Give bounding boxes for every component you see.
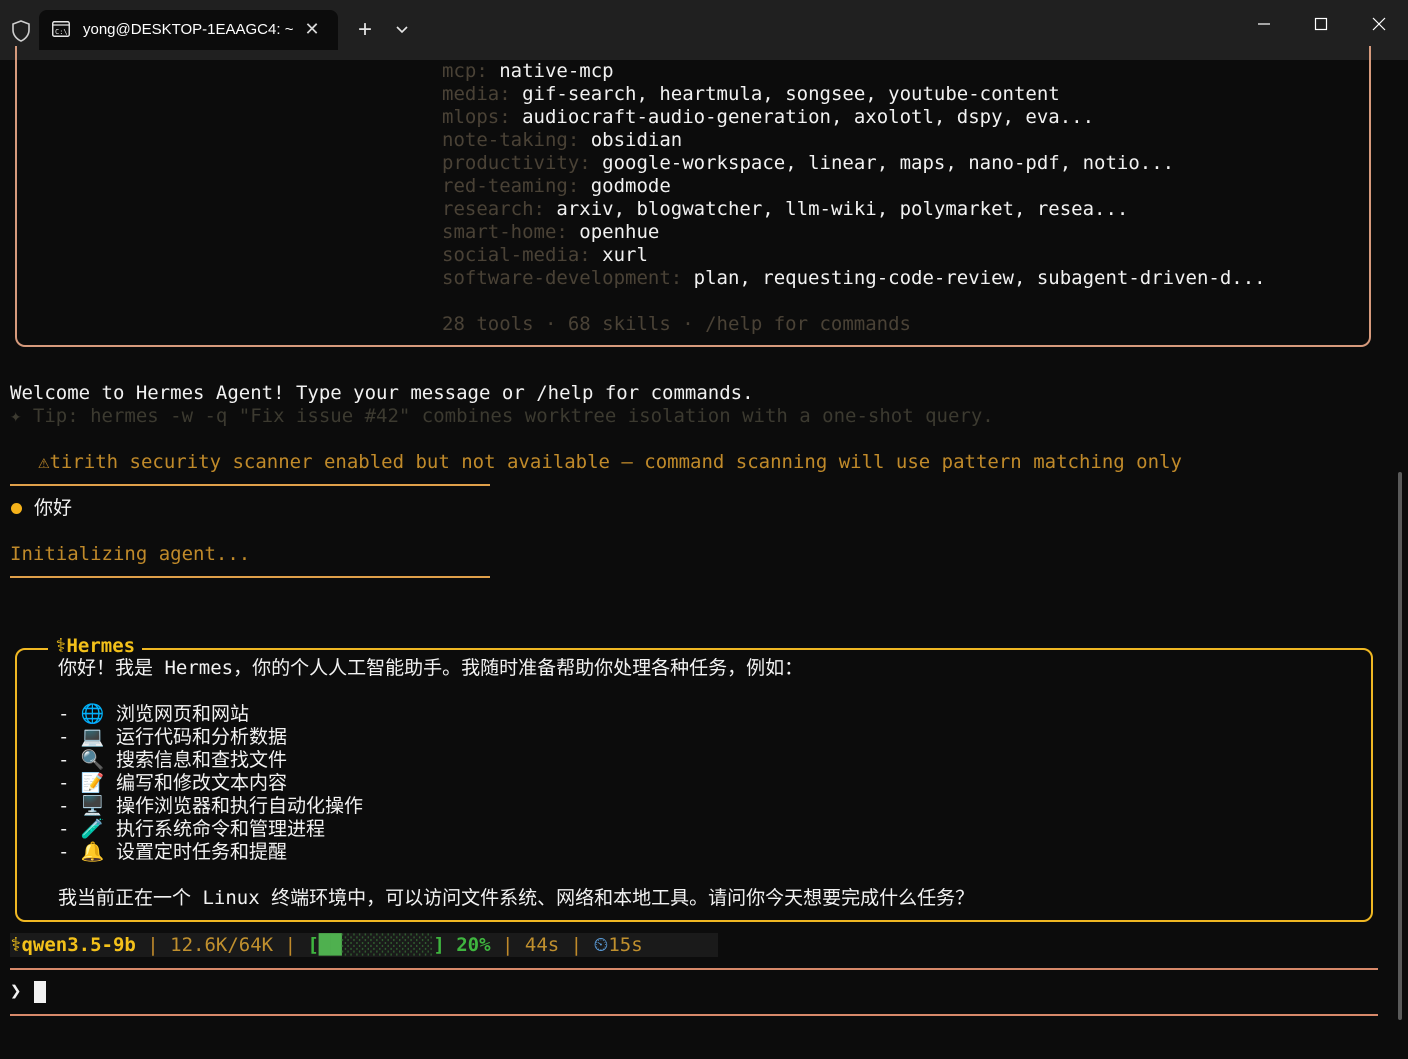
chevron-down-icon[interactable] [392,20,412,40]
skill-row: media: gif-search, heartmula, songsee, y… [442,83,1060,105]
banner-summary: 28 tools · 68 skills · /help for command… [442,313,911,335]
elapsed-time: 44s [524,934,560,956]
list-item: - 🔍 搜索信息和查找文件 [58,749,287,771]
skill-row: productivity: google-workspace, linear, … [442,152,1175,174]
skill-row: mcp: native-mcp [442,60,614,82]
model-name: ⚕qwen3.5-9b [10,934,136,956]
text-cursor[interactable] [34,981,46,1003]
list-item: - 🌐 浏览网页和网站 [58,703,249,725]
new-tab-button[interactable]: + [352,17,378,43]
terminal-tab[interactable]: C:\ yong@DESKTOP-1EAAGC4: ~ ✕ [39,10,338,50]
skill-row: note-taking: obsidian [442,129,683,151]
initializing-status: Initializing agent... [10,543,251,565]
skill-row: social-media: xurl [442,244,648,266]
security-warning: ⚠tirith security scanner enabled but not… [38,451,1182,473]
tip-text: ✦ Tip: hermes -w -q "Fix issue #42" comb… [10,405,994,427]
skill-row: software-development: plan, requesting-c… [442,267,1266,289]
assistant-intro: 你好！我是 Hermes，你的个人人工智能助手。我随时准备帮助你处理各种任务，例… [58,657,804,679]
scrollbar[interactable] [1398,472,1402,1020]
divider [10,576,490,578]
skill-row: red-teaming: godmode [442,175,671,197]
close-tab-icon[interactable]: ✕ [303,20,321,38]
status-bar: ⚕qwen3.5-9b | 12.6K/64K | [██░░░░░░░░] 2… [10,933,718,957]
skill-row: research: arxiv, blogwatcher, llm-wiki, … [442,198,1129,220]
list-item: - 🧪 执行系统命令和管理进程 [58,818,325,840]
terminal-icon: C:\ [52,21,70,37]
skill-row: smart-home: openhue [442,221,660,243]
user-message: 你好 [34,497,73,519]
context-percent: 20% [456,934,491,956]
user-message-bullet [11,503,22,514]
close-window-button[interactable] [1359,10,1399,40]
input-bottom-border [10,1014,1378,1016]
assistant-label: ⚕Hermes [48,635,143,658]
list-item: - 💻 运行代码和分析数据 [58,726,287,748]
tab-title: yong@DESKTOP-1EAAGC4: ~ [83,21,294,38]
assistant-closing: 我当前正在一个 Linux 终端环境中，可以访问文件系统、网络和本地工具。请问你… [58,887,975,909]
timer-value: 15s [608,934,643,956]
maximize-button[interactable] [1301,10,1341,40]
list-item: - 🔔 设置定时任务和提醒 [58,841,287,863]
timer-icon: ⏲ [593,934,609,956]
prompt-symbol: ❯ [10,980,22,1002]
context-bar-empty: ░░░░░░░░ [341,934,434,956]
token-count: 12.6K/64K [170,934,274,956]
divider [10,484,490,486]
context-bar-fill: ██ [318,934,342,956]
svg-text:C:\: C:\ [55,28,68,36]
minimize-button[interactable] [1244,10,1284,40]
list-item: - 🖥️ 操作浏览器和执行自动化操作 [58,795,363,817]
welcome-message: Welcome to Hermes Agent! Type your messa… [10,382,754,404]
shield-icon[interactable] [9,19,33,43]
skill-row: mlops: audiocraft-audio-generation, axol… [442,106,1095,128]
list-item: - 📝 编写和修改文本内容 [58,772,287,794]
input-top-border [10,968,1378,970]
